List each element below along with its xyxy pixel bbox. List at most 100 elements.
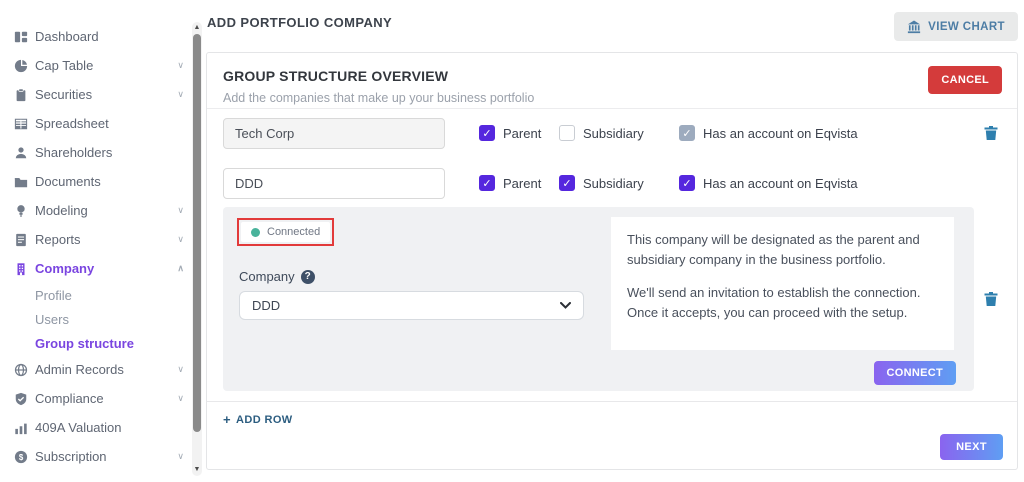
sidebar: Dashboard Cap Table ∨ Securities ∨ Sprea… [0,0,192,482]
table-icon [13,116,28,131]
sidebar-item-cap-table[interactable]: Cap Table ∨ [0,51,192,80]
chevron-down-icon: ∨ [177,89,184,100]
sidebar-item-dashboard[interactable]: Dashboard [0,22,192,51]
info-paragraph: We'll send an invitation to establish th… [627,283,938,323]
connect-button[interactable]: CONNECT [874,361,957,385]
add-row-button[interactable]: + ADD ROW [223,412,293,427]
subsidiary-checkbox[interactable]: ✓ [559,125,575,141]
connection-panel: Connected Company ? DDD This company wil… [223,207,974,391]
scrollbar-thumb[interactable] [193,34,201,432]
card-subtitle: Add the companies that make up your busi… [223,91,1001,105]
checkbox-group-2: ✓ Parent ✓ Subsidiary ✓ Has an account o… [479,175,858,191]
sidebar-item-label: Group structure [35,336,134,351]
has-account-checkbox[interactable]: ✓ [679,175,695,191]
sidebar-item-409a-valuation[interactable]: 409A Valuation [0,413,192,442]
has-account-checkbox-item-2[interactable]: ✓ Has an account on Eqvista [679,175,858,191]
parent-checkbox[interactable]: ✓ [479,175,495,191]
building-icon [13,261,28,276]
sidebar-item-company[interactable]: Company ∧ [0,254,192,283]
parent-checkbox-label: Parent [503,126,541,141]
chevron-down-icon: ∨ [177,393,184,404]
lightbulb-icon [13,203,28,218]
has-account-checkbox-label: Has an account on Eqvista [703,126,858,141]
checkbox-group-1: ✓ Parent ✓ Subsidiary ✓ Has an account o… [479,125,858,141]
help-icon[interactable]: ? [301,270,315,284]
bank-chart-icon [907,20,921,34]
sidebar-item-subscription[interactable]: $ Subscription ∨ [0,442,192,471]
chevron-down-icon [560,302,571,309]
sidebar-item-securities[interactable]: Securities ∨ [0,80,192,109]
card-header: GROUP STRUCTURE OVERVIEW Add the compani… [207,53,1017,109]
sidebar-item-reports[interactable]: Reports ∨ [0,225,192,254]
sidebar-item-label: Shareholders [35,145,112,160]
view-chart-label: VIEW CHART [928,21,1005,33]
sidebar-item-group-structure[interactable]: Group structure [0,331,192,355]
group-structure-card: GROUP STRUCTURE OVERVIEW Add the compani… [206,52,1018,470]
sidebar-item-modeling[interactable]: Modeling ∨ [0,196,192,225]
company-row-2: ✓ Parent ✓ Subsidiary ✓ Has an account o… [223,167,1001,199]
sidebar-item-label: Profile [35,288,72,303]
sidebar-item-profile[interactable]: Profile [0,283,192,307]
sidebar-item-label: 409A Valuation [35,420,122,435]
has-account-checkbox: ✓ [679,125,695,141]
subsidiary-checkbox-label: Subsidiary [583,126,644,141]
sidebar-item-admin-records[interactable]: Admin Records ∨ [0,355,192,384]
sidebar-item-documents[interactable]: Documents [0,167,192,196]
globe-icon [13,362,28,377]
vertical-scrollbar[interactable]: ▲ ▼ [192,22,202,476]
chevron-up-icon: ∧ [177,263,184,274]
parent-checkbox-item-1[interactable]: ✓ Parent [479,125,559,141]
delete-row-button-1[interactable] [983,124,1001,142]
parent-checkbox[interactable]: ✓ [479,125,495,141]
sidebar-item-label: Subscription [35,449,107,464]
report-icon [13,232,28,247]
info-paragraph: This company will be designated as the p… [627,230,938,270]
trash-icon [983,125,1001,141]
status-badge: Connected [241,222,330,242]
clipboard-icon [13,87,28,102]
view-chart-button[interactable]: VIEW CHART [894,12,1018,41]
sidebar-item-label: Compliance [35,391,104,406]
next-button[interactable]: NEXT [940,434,1003,460]
pie-chart-icon [13,58,28,73]
status-label: Connected [267,226,320,238]
add-row-label: ADD ROW [236,414,293,426]
parent-checkbox-label: Parent [503,176,541,191]
sidebar-item-compliance[interactable]: Compliance ∨ [0,384,192,413]
company-name-input-2[interactable] [223,168,445,199]
dashboard-icon [13,29,28,44]
subsidiary-checkbox-item-1[interactable]: ✓ Subsidiary [559,125,679,141]
chevron-down-icon: ∨ [177,451,184,462]
sidebar-item-label: Company [35,261,94,276]
connected-dot-icon [251,228,260,237]
sidebar-item-label: Modeling [35,203,88,218]
footer-divider [207,401,1017,402]
connection-info-box: This company will be designated as the p… [611,217,954,350]
sidebar-item-spreadsheet[interactable]: Spreadsheet [0,109,192,138]
sidebar-item-shareholders[interactable]: Shareholders [0,138,192,167]
parent-checkbox-item-2[interactable]: ✓ Parent [479,175,559,191]
sidebar-item-label: Admin Records [35,362,124,377]
sidebar-item-label: Securities [35,87,92,102]
shield-icon [13,391,28,406]
plus-icon: + [223,412,231,427]
sidebar-item-users[interactable]: Users [0,307,192,331]
sidebar-item-label: Cap Table [35,58,93,73]
company-row-1: ✓ Parent ✓ Subsidiary ✓ Has an account o… [223,117,1001,149]
trash-icon [983,291,1001,307]
company-select[interactable]: DDD [239,291,584,320]
delete-row-button-2[interactable] [983,290,1001,308]
connection-panel-row: Connected Company ? DDD This company wil… [223,207,1001,391]
card-title: GROUP STRUCTURE OVERVIEW [223,68,1001,84]
has-account-checkbox-label: Has an account on Eqvista [703,176,858,191]
subsidiary-checkbox-label: Subsidiary [583,176,644,191]
has-account-checkbox-item-1[interactable]: ✓ Has an account on Eqvista [679,125,858,141]
scroll-up-arrow-icon[interactable]: ▲ [192,24,202,32]
chevron-down-icon: ∨ [177,234,184,245]
company-name-input-1[interactable] [223,118,445,149]
subsidiary-checkbox-item-2[interactable]: ✓ Subsidiary [559,175,679,191]
cancel-button[interactable]: CANCEL [928,66,1002,94]
scroll-down-arrow-icon[interactable]: ▼ [192,466,202,474]
subsidiary-checkbox[interactable]: ✓ [559,175,575,191]
sidebar-item-label: Users [35,312,69,327]
